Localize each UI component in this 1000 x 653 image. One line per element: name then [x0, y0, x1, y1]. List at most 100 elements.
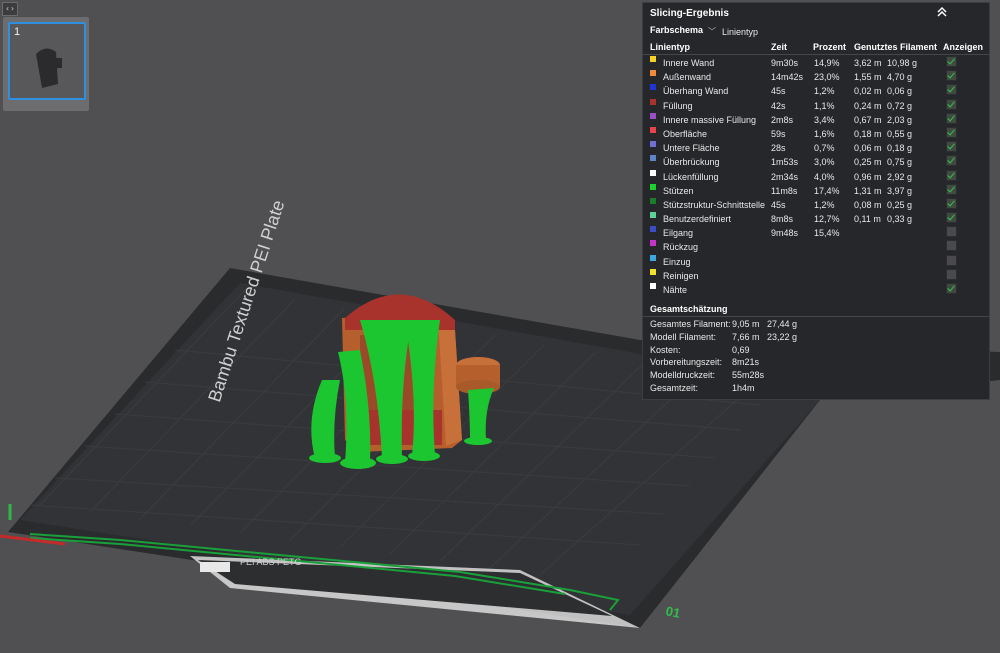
summary-value: 8m21s — [732, 357, 760, 368]
col-header-percent: Prozent — [813, 42, 847, 52]
summary-value-secondary: 27,44 g — [767, 319, 798, 329]
line-type-percent: 1,2% — [814, 199, 835, 210]
show-checkbox[interactable] — [946, 169, 957, 181]
line-type-name: Überhang Wand — [663, 86, 729, 97]
summary-value: 9,05 m — [732, 319, 760, 329]
color-swatch — [650, 126, 656, 133]
line-type-meters: 0,67 m — [854, 114, 882, 125]
line-type-grams: 10,98 g — [887, 58, 918, 68]
show-checkbox[interactable] — [946, 56, 957, 67]
color-scheme-label: Farbschema — [650, 25, 704, 35]
line-type-time: 1m53s — [771, 157, 799, 168]
line-type-grams: 0,75 g — [887, 157, 913, 168]
line-type-percent: 3,0% — [814, 157, 835, 168]
line-type-name: Stützstruktur-Schnittstelle — [663, 199, 766, 210]
line-type-grams: 4,70 g — [887, 72, 913, 83]
summary-row: Kosten: 0,69 — [643, 344, 989, 357]
line-type-percent: 12,7% — [814, 214, 840, 225]
line-type-grams: 0,33 g — [887, 214, 913, 225]
plate-material-strip: PEI ABS PETG — [240, 557, 302, 567]
line-type-meters: 0,06 m — [854, 143, 882, 154]
summary-value: 7,66 m — [732, 331, 760, 342]
summary-label: Gesamtzeit: — [650, 382, 699, 393]
show-checkbox[interactable] — [946, 268, 957, 280]
line-type-name: Innere massive Füllung — [663, 114, 757, 125]
line-type-row: Innere Wand 9m30s 14,9% 3,62 m 10,98 g — [643, 56, 989, 70]
line-type-row: Nähte — [643, 283, 989, 297]
summary-label: Vorbereitungszeit: — [650, 357, 723, 368]
line-type-meters: 0,25 m — [854, 157, 882, 168]
line-type-row: Eilgang 9m48s 15,4% — [643, 226, 989, 240]
line-type-name: Stützen — [663, 185, 694, 196]
color-swatch — [650, 98, 656, 105]
line-type-meters: 3,62 m — [854, 58, 882, 68]
show-checkbox[interactable] — [946, 226, 957, 238]
plate-logo-icon — [200, 562, 230, 572]
show-checkbox[interactable] — [946, 141, 957, 153]
line-type-grams: 0,06 g — [887, 86, 913, 97]
line-type-table: Innere Wand 9m30s 14,9% 3,62 m 10,98 g Außenw… — [643, 56, 989, 297]
summary-row: Modell Filament: 7,66 m 23,22 g — [643, 331, 989, 344]
line-type-percent: 1,2% — [814, 86, 835, 97]
plate-thumbnail[interactable]: 1 — [8, 22, 86, 100]
model-thumbnail-icon — [36, 48, 62, 88]
summary-row: Gesamtzeit: 1h4m — [643, 382, 989, 395]
line-type-time: 45s — [771, 199, 786, 210]
summary-title: Gesamtschätzung — [650, 304, 728, 314]
summary-label: Gesamtes Filament: — [650, 319, 731, 329]
line-type-percent: 17,4% — [814, 185, 840, 196]
summary-label: Kosten: — [650, 344, 681, 355]
line-type-name: Nähte — [663, 285, 688, 295]
line-type-time: 45s — [771, 86, 786, 97]
line-type-grams: 0,55 g — [887, 128, 913, 139]
line-type-grams: 0,25 g — [887, 199, 913, 210]
color-swatch — [650, 240, 656, 247]
line-type-name: Innere Wand — [663, 58, 715, 68]
line-type-row: Benutzerdefiniert 8m8s 12,7% 0,11 m 0,33 g — [643, 212, 989, 226]
show-checkbox[interactable] — [946, 70, 957, 82]
line-type-meters: 0,11 m — [854, 214, 881, 225]
color-swatch — [650, 70, 656, 77]
color-scheme-dropdown[interactable]: ﹀ Linientyp — [707, 24, 799, 39]
color-scheme-value: Linientyp — [722, 27, 759, 37]
col-header-time: Zeit — [771, 42, 788, 52]
show-checkbox[interactable] — [946, 126, 957, 138]
summary-value: 0,69 — [732, 344, 750, 355]
line-type-row: Rückzug — [643, 240, 989, 254]
show-checkbox[interactable] — [946, 155, 957, 167]
show-checkbox[interactable] — [946, 212, 957, 224]
show-checkbox[interactable] — [946, 240, 957, 252]
panel-title: Slicing-Ergebnis — [650, 8, 729, 19]
collapse-up-icon[interactable] — [935, 5, 949, 19]
color-swatch — [650, 84, 656, 91]
line-type-row: Füllung 42s 1,1% 0,24 m 0,72 g — [643, 98, 989, 113]
summary-row: Modelldruckzeit: 55m28s — [643, 369, 989, 382]
line-type-name: Außenwand — [663, 72, 712, 83]
sidebar-toggle-button[interactable]: ‹› — [2, 2, 18, 16]
line-type-name: Benutzerdefiniert — [663, 214, 732, 225]
show-checkbox[interactable] — [946, 98, 957, 110]
show-checkbox[interactable] — [946, 254, 957, 266]
color-swatch — [650, 254, 656, 261]
line-type-percent: 14,9% — [814, 58, 840, 68]
show-checkbox[interactable] — [946, 197, 957, 209]
show-checkbox[interactable] — [946, 183, 957, 195]
line-type-time: 59s — [771, 128, 786, 139]
line-type-time: 11m8s — [771, 185, 798, 196]
col-header-filament: Genutztes Filament — [854, 42, 938, 52]
summary-divider — [643, 316, 989, 317]
line-type-meters: 0,02 m — [854, 86, 882, 97]
line-type-row: Oberfläche 59s 1,6% 0,18 m 0,55 g — [643, 126, 989, 141]
show-checkbox[interactable] — [946, 112, 957, 124]
line-type-percent: 1,6% — [814, 128, 835, 139]
line-type-meters: 1,55 m — [854, 72, 882, 83]
color-swatch — [650, 112, 656, 119]
line-type-time: 8m8s — [771, 214, 794, 225]
show-checkbox[interactable] — [946, 84, 957, 96]
plate-thumbnail-panel: 1 — [3, 17, 89, 111]
line-type-meters: 1,31 m — [854, 185, 882, 196]
line-type-time: 2m34s — [771, 171, 799, 182]
line-type-row: Überhang Wand 45s 1,2% 0,02 m 0,06 g — [643, 84, 989, 98]
col-header-type: Linientyp — [650, 42, 690, 52]
show-checkbox[interactable] — [946, 283, 957, 294]
